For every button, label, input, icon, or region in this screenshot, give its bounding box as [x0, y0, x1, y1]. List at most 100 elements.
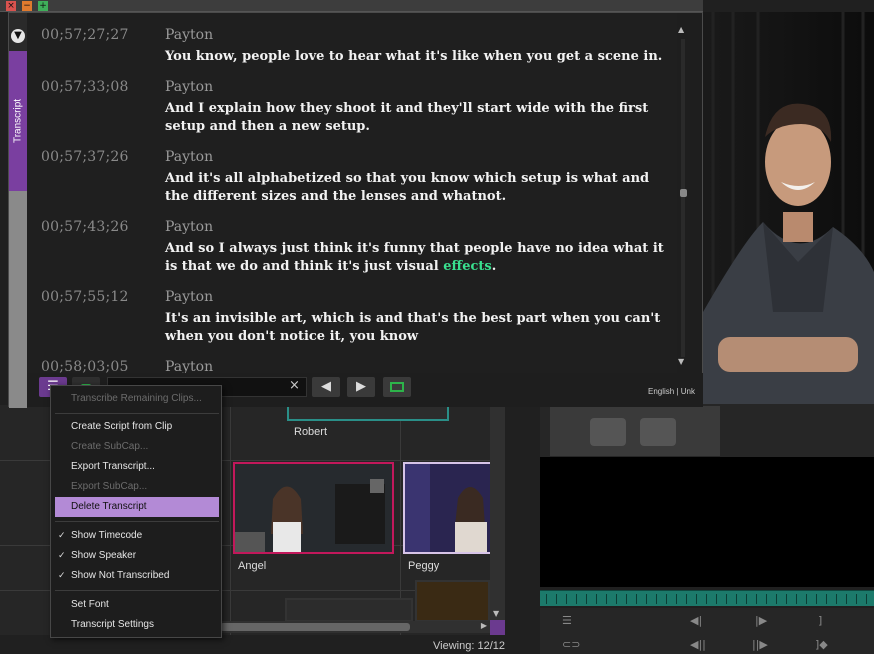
mark-out-icon[interactable]: ] [818, 614, 822, 627]
sync-view-button[interactable] [383, 377, 411, 397]
check-icon: ✓ [58, 531, 66, 541]
scrub-tick [546, 594, 547, 604]
highlighted-word[interactable]: effects [443, 259, 491, 274]
menu-item-create-script[interactable]: Create Script from Clip [55, 417, 219, 437]
transcript-tab[interactable]: Transcript [9, 51, 27, 191]
scrub-tick [776, 594, 777, 604]
scrub-tick [736, 594, 737, 604]
rewind-icon[interactable]: ◀|| [690, 638, 706, 651]
scroll-thumb[interactable] [220, 623, 410, 631]
next-match-button[interactable]: ▶ [347, 377, 375, 397]
previous-match-button[interactable]: ◀ [312, 377, 340, 397]
arrow-left-icon: ◀ [321, 379, 331, 394]
layout-icon [390, 381, 404, 392]
entry-text-part: And so I always just think it's funny th… [165, 241, 664, 274]
fast-forward-icon[interactable]: ||▶ [752, 638, 768, 651]
scrub-tick [656, 594, 657, 604]
scroll-thumb[interactable] [680, 189, 687, 197]
scrub-tick [786, 594, 787, 604]
scrub-tick [826, 594, 827, 604]
scroll-down-icon[interactable]: ▼ [493, 609, 499, 618]
clip-thumbnail-angel[interactable] [233, 462, 394, 554]
entry-timecode: 00;58;03;05 [41, 359, 129, 373]
scroll-right-icon[interactable]: ▶ [481, 621, 487, 630]
transcript-scrollbar[interactable]: ▲ ▼ [676, 25, 690, 368]
bin-vertical-scrollbar[interactable]: ▼ [490, 405, 505, 620]
scrub-tick [846, 594, 847, 604]
entry-timecode: 00;57;43;26 [41, 219, 129, 235]
close-window-icon[interactable]: × [6, 1, 16, 11]
transcript-list[interactable]: 00;57;27;27 Payton You know, people love… [27, 13, 677, 373]
speaker-video-frame [703, 12, 874, 457]
scrub-tick [676, 594, 677, 604]
scroll-down-icon[interactable]: ▼ [678, 357, 684, 366]
transcript-side-strip: ▼ × Transcript [9, 13, 27, 408]
menu-item-show-speaker[interactable]: ✓ Show Speaker [55, 546, 219, 566]
entry-text: And I explain how they shoot it and they… [165, 101, 649, 134]
clip-label: Robert [294, 426, 328, 438]
scrub-tick [816, 594, 817, 604]
scrub-tick [686, 594, 687, 604]
clip-thumbnail[interactable] [285, 598, 413, 622]
loop-icon[interactable]: ⊂⊃ [562, 638, 580, 651]
transcript-window: ▼ × Transcript 00;57;27;27 Payton You kn… [8, 12, 703, 408]
check-icon: ✓ [58, 571, 66, 581]
scrub-tick [726, 594, 727, 604]
transcript-tab-label: Transcript [12, 98, 24, 144]
bin-corner-button[interactable] [490, 620, 505, 635]
clip-thumbnail-peggy[interactable] [403, 462, 493, 554]
entry-speaker: Payton [165, 149, 214, 165]
scrub-tick [866, 594, 867, 604]
scrub-tick [756, 594, 757, 604]
entry-speaker: Payton [165, 289, 214, 305]
scrub-tick [646, 594, 647, 604]
scrub-tick [626, 594, 627, 604]
entry-text: And it's all alphabetized so that you kn… [165, 171, 650, 204]
entry-speaker: Payton [165, 79, 214, 95]
bin-status-viewing: Viewing: 12/12 [433, 640, 505, 652]
scrub-tick [586, 594, 587, 604]
maximize-window-icon[interactable]: + [38, 1, 48, 11]
step-forward-icon[interactable]: |▶ [755, 614, 767, 627]
entry-timecode: 00;57;33;08 [41, 79, 129, 95]
scrub-tick [856, 594, 857, 604]
entry-timecode: 00;57;55;12 [41, 289, 129, 305]
scrub-tick [556, 594, 557, 604]
menu-item-export-transcript[interactable]: Export Transcript... [55, 457, 219, 477]
clear-search-icon[interactable]: × [289, 378, 300, 393]
minimize-window-icon[interactable]: − [22, 1, 32, 11]
scrub-tick [666, 594, 667, 604]
arrow-right-icon: ▶ [356, 379, 366, 394]
side-strip-filler [9, 191, 27, 408]
entry-timecode: 00;57;37;26 [41, 149, 129, 165]
step-back-icon[interactable]: ◀| [690, 614, 702, 627]
entry-text: You know, people love to hear what it's … [165, 49, 663, 64]
bin-horizontal-scrollbar[interactable]: ▶ [220, 621, 505, 633]
scrub-tick [796, 594, 797, 604]
video-viewer[interactable] [703, 12, 874, 457]
scrub-tick [636, 594, 637, 604]
scrub-tick [566, 594, 567, 604]
collapse-down-icon[interactable]: ▼ [11, 29, 25, 43]
menu-item-transcribe-remaining: Transcribe Remaining Clips... [71, 393, 202, 404]
entry-text: It's an invisible art, which is and that… [165, 311, 661, 344]
go-to-out-icon[interactable]: ]◆ [815, 638, 828, 651]
menu-item-delete-transcript[interactable]: Delete Transcript [55, 497, 219, 517]
scrub-tick [616, 594, 617, 604]
monitor-black-area [540, 457, 874, 587]
menu-item-show-not-transcribed[interactable]: ✓ Show Not Transcribed [55, 566, 219, 586]
menu-item-show-timecode[interactable]: ✓ Show Timecode [55, 526, 219, 546]
menu-item-set-font[interactable]: Set Font [55, 595, 219, 615]
timeline-scrub-bar[interactable] [540, 590, 874, 606]
menu-item-transcript-settings[interactable]: Transcript Settings [55, 615, 219, 635]
scrub-tick [576, 594, 577, 604]
scrub-tick [806, 594, 807, 604]
clip-thumbnail[interactable] [415, 580, 490, 622]
scroll-up-icon[interactable]: ▲ [678, 25, 684, 34]
menu-item-export-subcap: Export SubCap... [71, 481, 148, 492]
list-icon[interactable]: ☰ [562, 614, 572, 627]
clip-thumbnail-robert[interactable] [287, 405, 449, 421]
scrub-tick [716, 594, 717, 604]
scroll-track[interactable] [681, 39, 685, 357]
source-monitor-strip [540, 404, 874, 457]
